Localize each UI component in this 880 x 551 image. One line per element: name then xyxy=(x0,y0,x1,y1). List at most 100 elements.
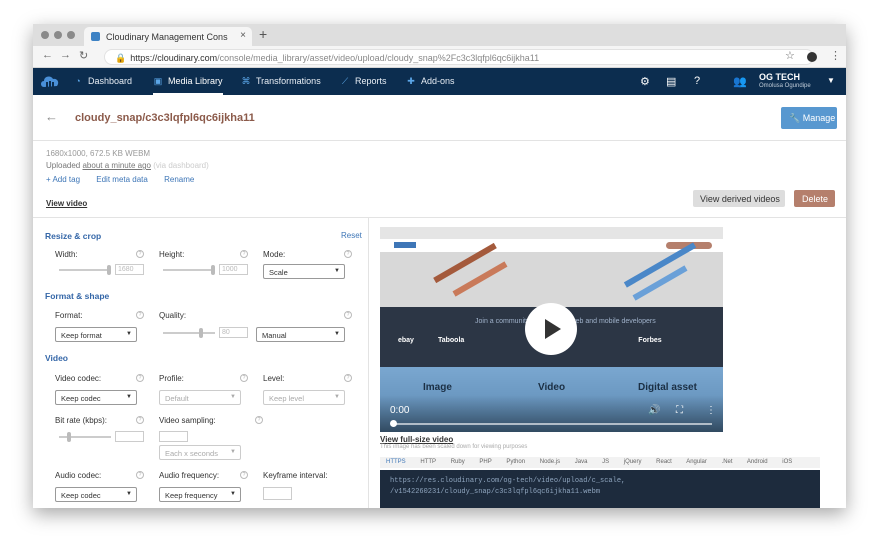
width-help-icon[interactable]: ? xyxy=(136,250,144,258)
height-input[interactable]: 1000 xyxy=(219,264,248,275)
video-sampling-help-icon[interactable]: ? xyxy=(255,416,263,424)
tab-js[interactable]: JS xyxy=(602,459,609,465)
video-codec-help-icon[interactable]: ? xyxy=(136,374,144,382)
width-input[interactable]: 1680 xyxy=(115,264,144,275)
keyframe-interval-label: Keyframe interval: xyxy=(263,471,328,480)
quality-slider-handle[interactable] xyxy=(199,328,203,338)
nav-media-library[interactable]: ▣ Media Library xyxy=(153,68,223,95)
tab-close-icon[interactable]: × xyxy=(240,30,246,41)
notifications-icon[interactable]: ▤ xyxy=(666,75,676,88)
video-progress-bar[interactable] xyxy=(392,423,712,425)
bitrate-help-icon[interactable]: ? xyxy=(136,416,144,424)
view-full-size-link[interactable]: View full-size video xyxy=(380,435,453,444)
bitrate-input[interactable] xyxy=(115,431,144,442)
forward-icon[interactable]: → xyxy=(60,49,71,61)
dashboard-icon: ◔ xyxy=(75,76,81,86)
format-select[interactable]: Keep format ▼ xyxy=(55,327,137,342)
level-help-icon[interactable]: ? xyxy=(344,374,352,382)
settings-gear-icon[interactable]: ⚙ xyxy=(640,75,650,88)
profile-select[interactable]: Default ▼ xyxy=(159,390,241,405)
nav-transformations[interactable]: ⌘ Transformations xyxy=(241,68,321,95)
back-icon[interactable]: ← xyxy=(42,49,53,61)
format-help-icon[interactable]: ? xyxy=(136,311,144,319)
audio-codec-select[interactable]: Keep codec ▼ xyxy=(55,487,137,502)
nav-reports[interactable]: ⟋ Reports xyxy=(340,68,387,95)
audio-codec-help-icon[interactable]: ? xyxy=(136,471,144,479)
video-more-options-icon[interactable]: ⋮ xyxy=(706,405,716,416)
account-name[interactable]: OG TECH xyxy=(759,72,800,82)
rename-link[interactable]: Rename xyxy=(164,175,194,184)
profile-avatar-icon[interactable] xyxy=(807,52,817,62)
view-derived-button[interactable]: View derived videos xyxy=(693,190,785,207)
tab-php[interactable]: PHP xyxy=(479,459,491,465)
nav-dashboard[interactable]: ◔ Dashboard xyxy=(73,68,132,95)
delete-button[interactable]: Delete xyxy=(794,190,835,207)
add-tag-link[interactable]: + Add tag xyxy=(46,175,80,184)
view-video-tab[interactable]: View video xyxy=(46,199,87,208)
video-codec-select[interactable]: Keep codec ▼ xyxy=(55,390,137,405)
video-word-image: Image xyxy=(423,382,452,393)
maximize-window-dot[interactable] xyxy=(67,31,75,39)
url-field[interactable]: 🔒 https://cloudinary.com/console/media_li… xyxy=(104,49,814,65)
tab-https[interactable]: HTTPS xyxy=(386,459,406,465)
reload-icon[interactable]: ↻ xyxy=(79,49,88,62)
chevron-down-icon: ▼ xyxy=(126,491,132,497)
quality-slider[interactable] xyxy=(163,332,215,334)
sampling-select[interactable]: Each x seconds ▼ xyxy=(159,445,241,460)
cloudinary-logo-icon[interactable] xyxy=(39,73,61,90)
tab-react[interactable]: React xyxy=(656,459,672,465)
width-slider-handle[interactable] xyxy=(107,265,111,275)
width-slider[interactable] xyxy=(59,269,111,271)
delivery-url-code[interactable]: https://res.cloudinary.com/og-tech/video… xyxy=(380,470,820,508)
tab-jquery[interactable]: jQuery xyxy=(624,459,642,465)
manage-button[interactable]: 🔧 Manage xyxy=(781,107,837,129)
back-arrow-icon[interactable]: ← xyxy=(45,109,58,124)
new-tab-icon[interactable]: + xyxy=(259,26,267,42)
quality-mode-select[interactable]: Manual ▼ xyxy=(256,327,345,342)
level-select[interactable]: Keep level ▼ xyxy=(263,390,345,405)
height-help-icon[interactable]: ? xyxy=(240,250,248,258)
tab-python[interactable]: Python xyxy=(506,459,525,465)
bitrate-slider-handle[interactable] xyxy=(67,432,71,442)
close-window-dot[interactable] xyxy=(41,31,49,39)
chevron-down-icon: ▼ xyxy=(334,331,340,337)
tab-ruby[interactable]: Ruby xyxy=(451,459,465,465)
tab-nodejs[interactable]: Node.js xyxy=(540,459,560,465)
add-ons-icon: ✚ xyxy=(407,76,415,86)
account-chevron-down-icon[interactable]: ▼ xyxy=(827,76,835,85)
video-frame-hero xyxy=(380,242,723,307)
browser-tab[interactable]: Cloudinary Management Cons × xyxy=(84,27,252,46)
fullscreen-icon[interactable]: ⛶ xyxy=(676,405,683,416)
tab-dotnet[interactable]: .Net xyxy=(722,459,733,465)
volume-icon[interactable]: 🔊 xyxy=(648,405,660,416)
video-sampling-input[interactable] xyxy=(159,431,188,442)
help-icon[interactable]: ? xyxy=(694,75,700,87)
tab-ios[interactable]: iOS xyxy=(782,459,792,465)
keyframe-interval-input[interactable] xyxy=(263,487,292,500)
quality-input[interactable]: 80 xyxy=(219,327,248,338)
quality-help-icon[interactable]: ? xyxy=(344,311,352,319)
mode-select[interactable]: Scale ▼ xyxy=(263,264,345,279)
video-time: 0:00 xyxy=(390,405,410,416)
mode-help-icon[interactable]: ? xyxy=(344,250,352,258)
reset-link[interactable]: Reset xyxy=(341,231,362,240)
tab-angular[interactable]: Angular xyxy=(686,459,707,465)
video-player[interactable]: Join a community of 400,000+ web and mob… xyxy=(380,227,723,432)
video-progress-handle[interactable] xyxy=(390,420,397,427)
tab-http[interactable]: HTTP xyxy=(420,459,436,465)
browser-menu-icon[interactable]: ⋮ xyxy=(830,49,841,62)
profile-help-icon[interactable]: ? xyxy=(240,374,248,382)
users-icon[interactable]: 👥 xyxy=(733,75,747,88)
height-slider[interactable] xyxy=(163,269,215,271)
height-slider-handle[interactable] xyxy=(211,265,215,275)
nav-add-ons[interactable]: ✚ Add-ons xyxy=(406,68,454,95)
video-controls xyxy=(380,395,723,432)
play-button-icon[interactable] xyxy=(525,303,577,355)
audio-frequency-help-icon[interactable]: ? xyxy=(240,471,248,479)
tab-android[interactable]: Android xyxy=(747,459,768,465)
edit-meta-link[interactable]: Edit meta data xyxy=(96,175,148,184)
minimize-window-dot[interactable] xyxy=(54,31,62,39)
bookmark-star-icon[interactable]: ☆ xyxy=(785,49,795,62)
tab-java[interactable]: Java xyxy=(575,459,588,465)
audio-frequency-select[interactable]: Keep frequency ▼ xyxy=(159,487,241,502)
